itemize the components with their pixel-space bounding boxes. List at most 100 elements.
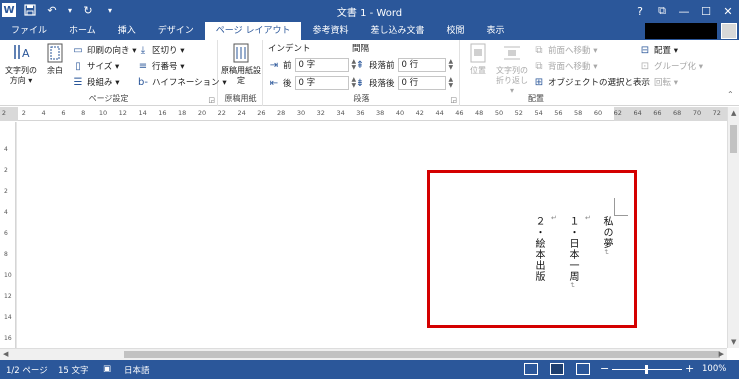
ruler-number: 24 <box>237 109 246 117</box>
selection-pane-button[interactable]: ⊞ オブジェクトの選択と表示 <box>533 76 651 89</box>
tab-mailings[interactable]: 差し込み文書 <box>359 22 435 40</box>
tab-file[interactable]: ファイル <box>0 22 59 40</box>
margins-button[interactable]: 余白 <box>42 42 68 76</box>
ruler-number: 46 <box>455 109 464 117</box>
tab-insert[interactable]: 挿入 <box>107 22 147 40</box>
proofing-icon[interactable]: ▣ <box>103 364 111 374</box>
send-backward-button[interactable]: ⧉ 背面へ移動 ▾ <box>533 60 597 73</box>
ruler-number: 44 <box>435 109 444 117</box>
manuscript-settings-button[interactable]: 原稿用紙設定 <box>221 42 261 86</box>
ruler-number: 4 <box>41 109 46 117</box>
group-label-arrange: 配置 <box>528 94 544 103</box>
tab-view[interactable]: 表示 <box>476 22 516 40</box>
align-label: 配置 ▾ <box>654 46 678 56</box>
columns-button[interactable]: ☰ 段組み ▾ <box>72 76 120 89</box>
page-count[interactable]: 1/2 ページ <box>6 364 48 376</box>
vertical-ruler-number: 4 <box>4 209 8 216</box>
zoom-slider-handle[interactable] <box>645 365 648 374</box>
vertical-ruler[interactable]: 4 2 2 4 6 8 10 12 14 16 <box>0 122 16 348</box>
wrap-text-button[interactable]: 文字列の折り返し ▾ <box>493 42 531 96</box>
zoom-level[interactable]: 100% <box>702 364 726 374</box>
indent-before-field[interactable]: 0 字 <box>294 58 349 72</box>
indent-after-row: ⇤ 後 0 字 ▲ ▼ <box>268 76 356 90</box>
zoom-in-button[interactable]: + <box>685 362 694 375</box>
size-icon: ▯ <box>75 60 81 72</box>
position-button[interactable]: 位置 <box>463 42 493 76</box>
help-icon[interactable]: ? <box>629 0 651 22</box>
vertical-ruler-number: 12 <box>4 293 12 300</box>
vertical-ruler-number: 4 <box>4 146 8 153</box>
horizontal-scrollbar[interactable]: ◀ ▶ <box>0 348 727 360</box>
tab-review[interactable]: 校閲 <box>436 22 476 40</box>
manuscript-settings-label: 原稿用紙設定 <box>221 66 261 85</box>
space-after-spinner[interactable]: ▲ ▼ <box>449 77 454 89</box>
align-button[interactable]: ⊟ 配置 ▾ <box>639 44 678 57</box>
selection-pane-label: オブジェクトの選択と表示 <box>548 78 651 88</box>
scroll-left-icon[interactable]: ◀ <box>3 350 8 358</box>
collapse-ribbon-icon[interactable]: ⌃ <box>727 90 734 99</box>
space-before-spinner[interactable]: ▲ ▼ <box>449 59 454 71</box>
page-setup-launcher-icon[interactable]: ◲ <box>208 96 215 104</box>
space-before-icon: ⇞ <box>355 59 365 71</box>
read-mode-icon[interactable] <box>524 363 538 375</box>
vertical-scrollbar[interactable]: ▲ ▼ <box>727 107 739 348</box>
indent-before-row: ⇥ 前 0 字 ▲ ▼ <box>268 58 356 72</box>
line-numbers-button[interactable]: ≡ 行番号 ▾ <box>137 60 185 73</box>
ruler-number: 22 <box>217 109 226 117</box>
vertical-ruler-number: 6 <box>4 230 8 237</box>
scroll-right-icon[interactable]: ▶ <box>719 350 724 358</box>
tab-references[interactable]: 参考資料 <box>301 22 359 40</box>
print-layout-icon[interactable] <box>550 363 564 375</box>
ruler-number: 60 <box>593 109 603 117</box>
space-before-field[interactable]: 0 行 <box>397 58 446 72</box>
indent-left-icon: ⇥ <box>269 59 279 71</box>
ruler-number: 28 <box>277 109 286 117</box>
rotate-button[interactable]: ⟲ 回転 ▾ <box>639 76 678 89</box>
line-numbers-icon: ≡ <box>138 60 148 72</box>
ruler-number: 70 <box>692 109 702 117</box>
margins-icon <box>43 42 67 64</box>
text-direction-button[interactable]: A 文字列の方向 ▾ <box>2 42 40 86</box>
group-manuscript: 原稿用紙設定 原稿用紙 <box>219 40 263 106</box>
size-button[interactable]: ▯ サイズ ▾ <box>72 60 119 73</box>
scroll-up-icon[interactable]: ▲ <box>731 109 736 117</box>
minimize-icon[interactable]: — <box>673 0 695 22</box>
orientation-button[interactable]: ▭ 印刷の向き ▾ <box>72 44 136 57</box>
ruler-number: 32 <box>316 109 325 117</box>
paragraph-launcher-icon[interactable]: ◲ <box>450 96 457 104</box>
maximize-icon[interactable]: ☐ <box>695 0 717 22</box>
zoom-out-button[interactable]: − <box>600 362 609 375</box>
group-label-manuscript: 原稿用紙 <box>224 94 257 103</box>
tab-home[interactable]: ホーム <box>58 22 107 40</box>
hyphenation-button[interactable]: b‐ ハイフネーション ▾ <box>137 76 227 89</box>
language[interactable]: 日本語 <box>124 364 150 376</box>
group-page-setup: A 文字列の方向 ▾ 余白 ▭ 印刷の向き ▾ ▯ サイズ ▾ ☰ 段組み ▾ … <box>0 40 227 106</box>
ruler-number: 30 <box>296 109 306 117</box>
avatar[interactable] <box>721 23 737 39</box>
horizontal-scroll-thumb[interactable] <box>124 351 720 358</box>
group-objects-button[interactable]: ⊡ グループ化 ▾ <box>639 60 703 73</box>
ruler-number: 20 <box>197 109 207 117</box>
spacing-header: 間隔 <box>352 44 370 54</box>
ribbon-tabs: ファイル ホーム 挿入 デザイン ページ レイアウト 参考資料 差し込み文書 校… <box>0 22 739 40</box>
status-bar: 1/2 ページ 15 文字 ▣ 日本語 − + 100% <box>0 360 739 379</box>
scroll-down-icon[interactable]: ▼ <box>731 338 736 346</box>
indent-after-field[interactable]: 0 字 <box>294 76 349 90</box>
tab-design[interactable]: デザイン <box>147 22 205 40</box>
close-icon[interactable]: ✕ <box>717 0 739 22</box>
account-name[interactable] <box>645 23 717 39</box>
ribbon-display-options-icon[interactable]: ⧉ <box>651 0 673 22</box>
hyphenation-icon: b‐ <box>138 76 148 88</box>
space-after-field[interactable]: 0 行 <box>397 76 446 90</box>
ruler-number: 62 <box>613 109 622 117</box>
tab-page-layout[interactable]: ページ レイアウト <box>204 22 302 40</box>
breaks-button[interactable]: ⤓ 区切り ▾ <box>137 44 185 57</box>
rotate-icon: ⟲ <box>640 76 650 88</box>
web-layout-icon[interactable] <box>576 363 590 375</box>
word-count[interactable]: 15 文字 <box>58 364 89 376</box>
vertical-scroll-thumb[interactable] <box>730 125 737 153</box>
bring-forward-button[interactable]: ⧉ 前面へ移動 ▾ <box>533 44 597 57</box>
window-controls: ? ⧉ — ☐ ✕ <box>629 0 739 22</box>
horizontal-ruler[interactable]: 2 2 4 6 8 10 12 14 16 18 20 22 24 26 28 30 32 34 36 38 40 42 4… <box>0 107 727 121</box>
ruler-number: 52 <box>514 109 523 117</box>
